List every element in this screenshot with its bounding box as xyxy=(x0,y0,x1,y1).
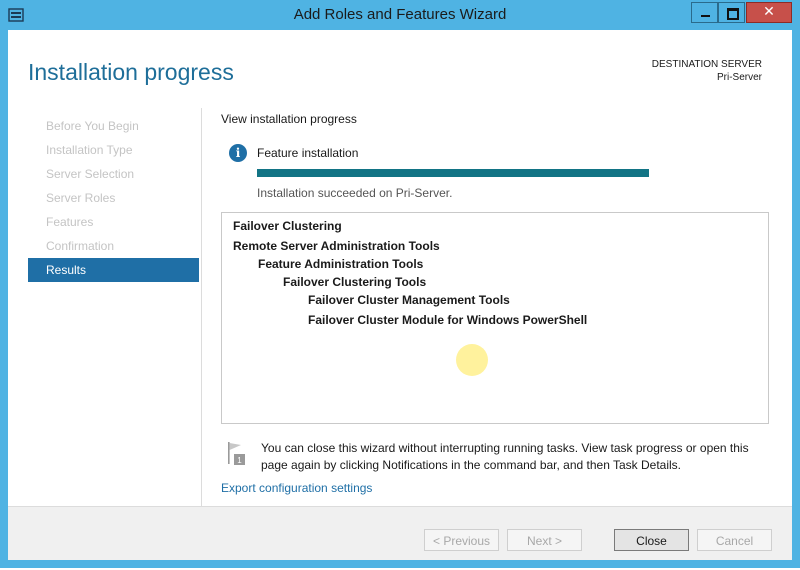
title-bar[interactable]: Add Roles and Features Wizard ✕ xyxy=(0,0,800,30)
nav-item-features[interactable]: Features xyxy=(28,210,199,234)
nav-divider xyxy=(201,108,202,508)
result-item: Failover Cluster Module for Windows Powe… xyxy=(308,313,588,327)
result-item: Failover Clustering Tools xyxy=(283,275,427,289)
window-title: Add Roles and Features Wizard xyxy=(293,6,507,23)
close-window-button[interactable]: ✕ xyxy=(746,2,792,23)
nav-item-before-you-begin[interactable]: Before You Begin xyxy=(28,114,199,138)
page-title: Installation progress xyxy=(28,59,234,85)
cancel-button[interactable]: Cancel xyxy=(697,529,772,551)
installation-progress-bar xyxy=(257,169,649,177)
next-button[interactable]: Next > xyxy=(507,529,582,551)
wizard-client-area: Installation progress DESTINATION SERVER… xyxy=(8,30,792,560)
nav-item-server-roles[interactable]: Server Roles xyxy=(28,186,199,210)
installation-status: Installation succeeded on Pri-Server. xyxy=(257,186,453,200)
close-wizard-note: You can close this wizard without interr… xyxy=(261,441,749,472)
destination-label: DESTINATION SERVER xyxy=(651,59,762,70)
results-list[interactable]: Failover Clustering Remote Server Admini… xyxy=(221,212,769,424)
destination-server-block: DESTINATION SERVER Pri-Server xyxy=(652,58,762,84)
close-icon: ✕ xyxy=(763,4,775,20)
cursor-highlight xyxy=(456,344,488,376)
nav-item-confirmation[interactable]: Confirmation xyxy=(28,234,199,258)
info-icon: i xyxy=(229,144,247,162)
wizard-window: Add Roles and Features Wizard ✕ Installa… xyxy=(0,0,800,568)
nav-item-server-selection[interactable]: Server Selection xyxy=(28,162,199,186)
result-item: Failover Cluster Management Tools xyxy=(308,293,510,307)
wizard-footer: < Previous Next > Close Cancel xyxy=(8,506,792,560)
maximize-button[interactable] xyxy=(718,2,745,23)
result-item: Feature Administration Tools xyxy=(258,257,424,271)
view-progress-label: View installation progress xyxy=(221,112,357,126)
svg-text:1: 1 xyxy=(237,456,242,465)
feature-installation-label: Feature installation xyxy=(257,146,359,160)
result-item: Failover Clustering xyxy=(233,219,342,233)
nav-item-results[interactable]: Results xyxy=(28,258,199,282)
notification-flag-icon: 1 xyxy=(228,442,245,465)
nav-item-installation-type[interactable]: Installation Type xyxy=(28,138,199,162)
progress-fill xyxy=(257,169,649,177)
close-button[interactable]: Close xyxy=(614,529,689,551)
export-configuration-link[interactable]: Export configuration settings xyxy=(221,481,372,495)
wizard-steps-nav: Before You Begin Installation Type Serve… xyxy=(28,114,199,282)
minimize-button[interactable] xyxy=(691,2,718,23)
destination-server: Pri-Server xyxy=(716,72,762,83)
previous-button[interactable]: < Previous xyxy=(424,529,499,551)
result-item: Remote Server Administration Tools xyxy=(233,239,440,253)
